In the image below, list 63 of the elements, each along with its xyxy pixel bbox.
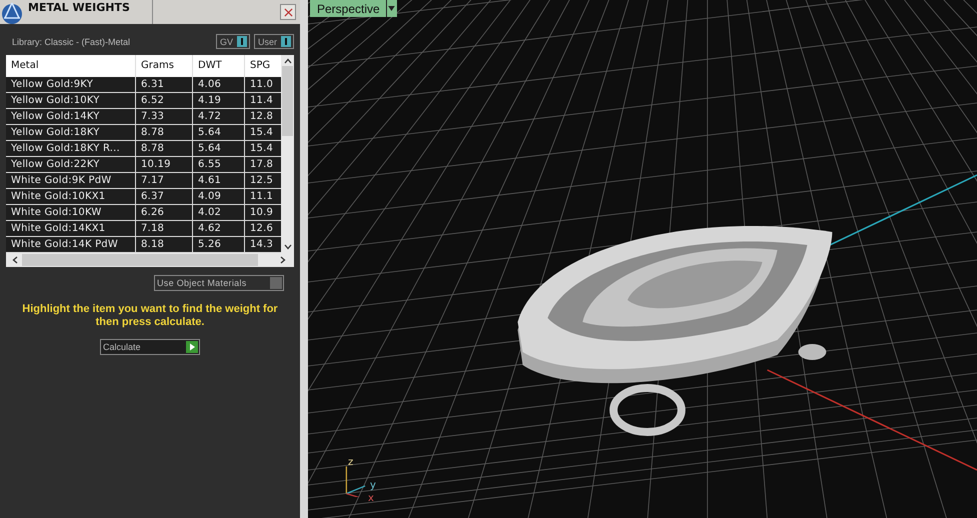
table-cell: Yellow Gold:10KY xyxy=(6,93,136,108)
axis-label: z xyxy=(348,458,354,468)
close-icon xyxy=(284,8,292,16)
table-cell-text: 17.8 xyxy=(249,158,274,172)
caret-icon xyxy=(388,6,396,11)
table-cell: White Gold:14K PdW xyxy=(6,237,136,252)
table-cell: 7.17 xyxy=(136,173,193,188)
table-cell: Yellow Gold:9KY xyxy=(6,77,136,92)
table-cell: 8.18 xyxy=(136,237,193,252)
table-cell-text: 14.3 xyxy=(249,238,274,252)
panel-title: METAL WEIGHTS xyxy=(28,0,153,24)
close-button[interactable] xyxy=(280,4,296,20)
table-cell: 4.06 xyxy=(193,77,245,92)
table-cell-text: 10.9 xyxy=(249,206,274,220)
table-cell: 5.64 xyxy=(193,141,245,156)
table-cell: 7.18 xyxy=(136,221,193,236)
table-cell-text: 12.5 xyxy=(249,174,274,188)
table-cell: 10.19 xyxy=(136,157,193,172)
calculate-button[interactable]: Calculate xyxy=(100,339,200,355)
table-cell: 4.02 xyxy=(193,205,245,220)
table-cell: 6.37 xyxy=(136,189,193,204)
column-header[interactable]: SPG xyxy=(245,55,281,77)
table-cell-text: 12.6 xyxy=(249,222,274,236)
table-cell: 4.09 xyxy=(193,189,245,204)
table-cell-text: 11.4 xyxy=(249,94,274,108)
table-cell-text: 15.4 xyxy=(249,126,274,140)
toggle-button[interactable]: GV xyxy=(216,34,250,49)
table-cell: 4.19 xyxy=(193,93,245,108)
table-cell: 4.62 xyxy=(193,221,245,236)
table-cell-text: 15.4 xyxy=(249,142,274,156)
table-cell: White Gold:10KX1 xyxy=(6,189,136,204)
table-cell: 6.26 xyxy=(136,205,193,220)
table-cell: White Gold:9K PdW xyxy=(6,173,136,188)
table-cell: 7.33 xyxy=(136,109,193,124)
instruction-text: Highlight the item you want to find the weight for then press calculate. xyxy=(21,303,279,329)
table-cell-text: 11.0 xyxy=(249,78,274,92)
table-cell: White Gold:10KW xyxy=(6,205,136,220)
table-cell: Yellow Gold:22KY xyxy=(6,157,136,172)
table-cell: White Gold:14KX1 xyxy=(6,221,136,236)
table-cell: 4.72 xyxy=(193,109,245,124)
table-cell-text: 11.1 xyxy=(249,190,274,204)
horizontal-scrollbar[interactable] xyxy=(6,253,294,267)
vertical-scrollbar[interactable] xyxy=(281,55,294,253)
play-icon xyxy=(186,341,198,353)
table-cell: 8.78 xyxy=(136,141,193,156)
view-caret-button[interactable] xyxy=(386,0,397,17)
table-cell: 6.52 xyxy=(136,93,193,108)
use-object-materials-toggle[interactable]: Use Object Materials xyxy=(154,275,284,291)
table-cell: 5.64 xyxy=(193,125,245,140)
axis-label: y xyxy=(370,481,376,491)
table-cell: 6.31 xyxy=(136,77,193,92)
table-cell: Yellow Gold:18KY xyxy=(6,125,136,140)
axis-label: x xyxy=(368,494,374,504)
view-dropdown[interactable]: Perspective xyxy=(310,0,386,17)
table-cell: Yellow Gold:18KY R... xyxy=(6,141,136,156)
library-label: Library: Classic - (Fast)-Metal xyxy=(12,36,130,46)
toggle-button[interactable]: User xyxy=(254,34,294,49)
table-cell: Yellow Gold:14KY xyxy=(6,109,136,124)
table-cell: 6.55 xyxy=(193,157,245,172)
table-cell-text: 12.8 xyxy=(249,110,274,124)
table-cell: 8.78 xyxy=(136,125,193,140)
table-cell: 5.26 xyxy=(193,237,245,252)
table-cell: 4.61 xyxy=(193,173,245,188)
